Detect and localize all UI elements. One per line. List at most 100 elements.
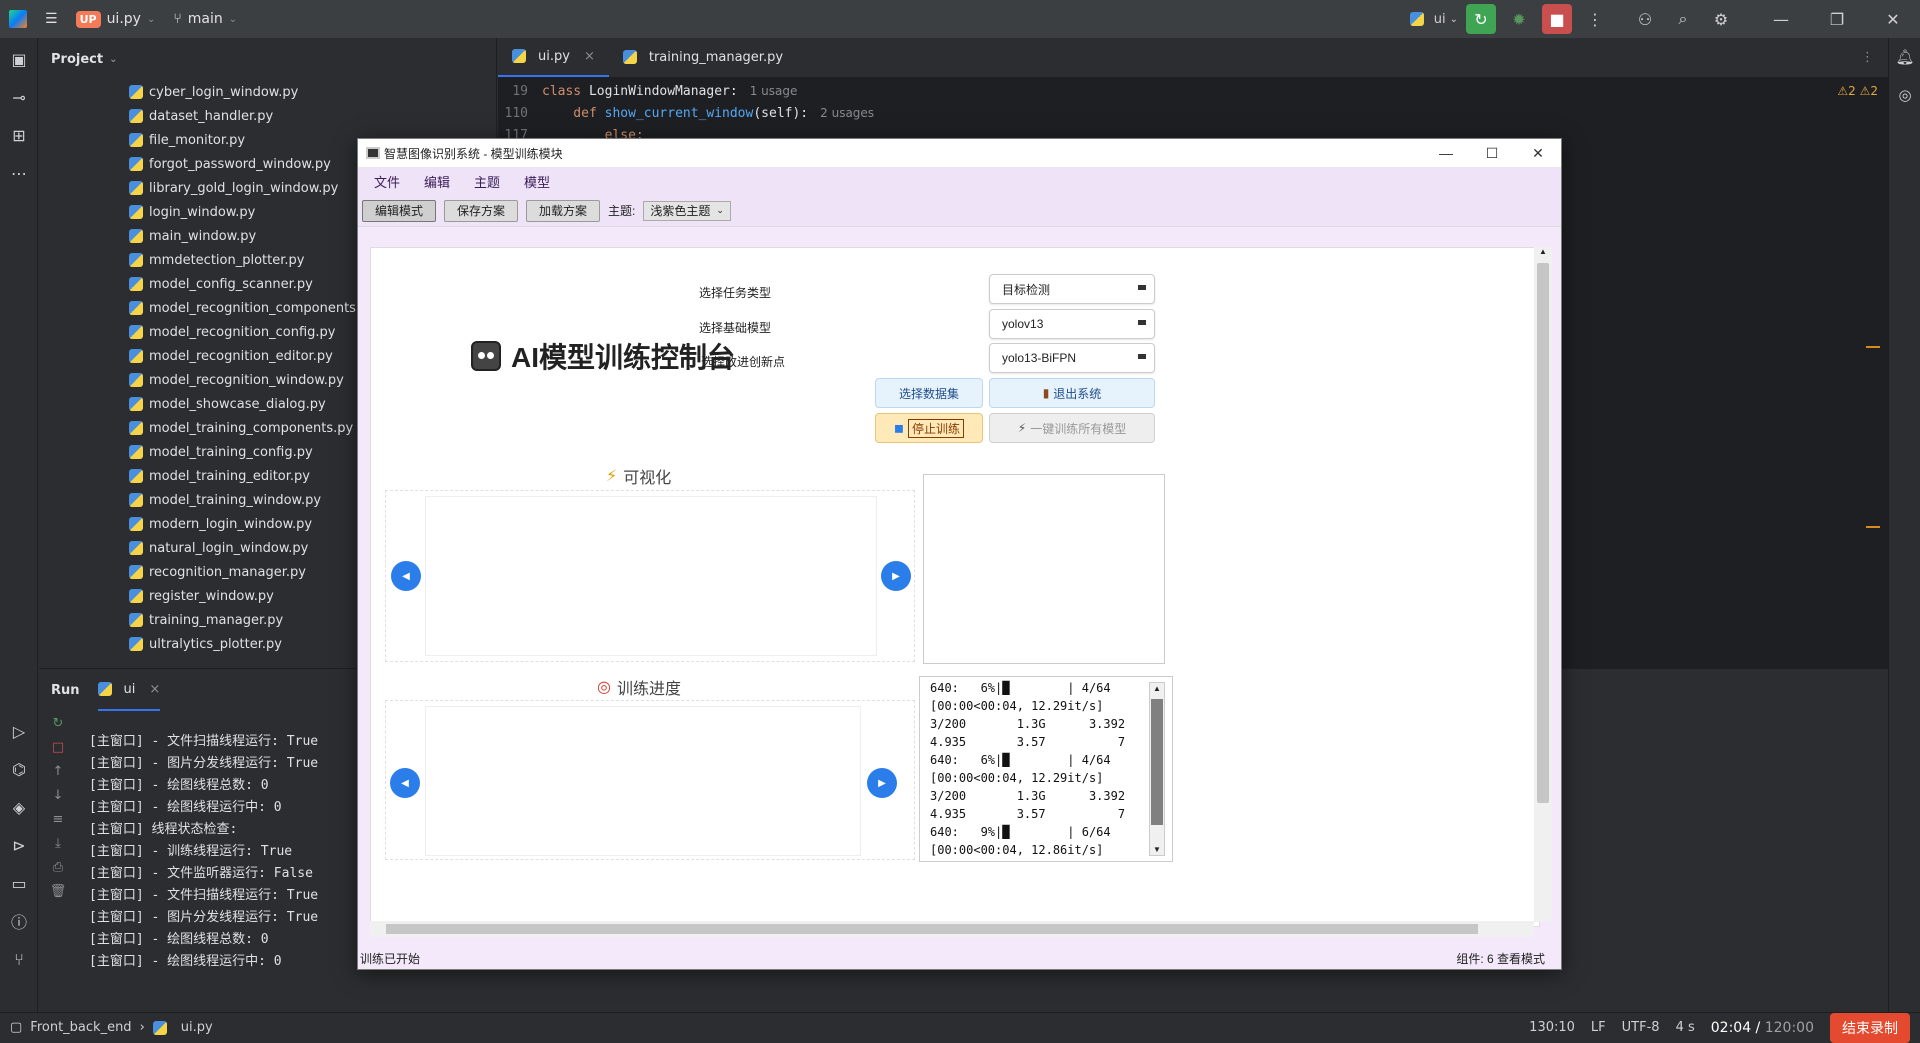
end-recording-button[interactable]: 结束录制 [1830,1012,1910,1043]
problems-icon[interactable]: ⓘ [0,902,38,940]
python-console-icon[interactable]: ⌬ [0,750,38,788]
tab-ui-py[interactable]: ui.py × [498,37,609,77]
clear-trash-icon[interactable]: 🗑︎ [39,879,77,903]
select-dataset-button[interactable]: 选择数据集 [875,378,983,408]
log-scroll-thumb[interactable] [1151,699,1163,825]
console-line: [主窗口] - 文件扫描线程运行: True [89,734,319,749]
rerun-icon[interactable]: ↻ [39,711,77,735]
more-options-icon[interactable]: ⋮ [1580,4,1610,34]
vscroll-thumb[interactable] [1537,263,1549,803]
close-icon[interactable]: ✕ [1878,4,1908,34]
main-menu-button[interactable]: ☰ [45,11,58,27]
menu-file[interactable]: 文件 [362,172,412,191]
usage-hint[interactable]: 2 usages [820,106,874,120]
debug-icon[interactable]: ✹ [1504,4,1534,34]
scroll-up-icon[interactable]: ↑ [39,759,77,783]
project-folder-icon[interactable]: ▣ [0,40,38,78]
tabs-more-icon[interactable]: ⋮ [1847,37,1888,77]
line-ending[interactable]: LF [1591,1020,1606,1035]
save-plan-button[interactable]: 保存方案 [444,199,519,222]
maximize-icon[interactable]: ☐ [1469,139,1515,167]
inspection-widget[interactable]: ⚠2 ⚠2 [1837,84,1878,98]
theme-select[interactable]: 浅紫色主题 ⌄ [643,200,731,221]
soft-wrap-icon[interactable]: ≡ [39,807,77,831]
close-tab-icon[interactable]: × [584,49,595,64]
hscroll-thumb[interactable] [386,924,1478,934]
commit-icon[interactable]: ⊸ [0,78,38,116]
workspace-canvas: AI模型训练控制台 选择任务类型 目标检测 选择基础模型 yolov13 选择改… [370,247,1540,927]
scroll-down-icon[interactable]: ↓ [39,783,77,807]
usage-hint[interactable]: 1 usage [750,84,798,98]
add-user-icon[interactable]: ⚇ [1630,4,1660,34]
ai-assistant-icon[interactable]: ◎ [1889,76,1920,114]
search-icon[interactable]: ⌕ [1668,4,1698,34]
project-selector[interactable]: UP ui.py ⌄ [75,10,155,28]
file-tree-item[interactable]: cyber_login_window.py [39,80,496,104]
preview-image-box [923,474,1165,664]
code-line[interactable]: 19 class LoginWindowManager:1 usage [498,80,1888,102]
layers-icon[interactable]: ◈ [0,788,38,826]
task-type-select[interactable]: 目标检测 [989,274,1155,304]
file-tree-item[interactable]: dataset_handler.py [39,104,496,128]
prev-image-button[interactable]: ◀ [391,561,421,591]
edit-mode-button[interactable]: 编辑模式 [362,199,437,222]
services-icon[interactable]: ⊳ [0,826,38,864]
close-icon[interactable]: ✕ [1515,139,1561,167]
branch-selector[interactable]: ⑂ main ⌄ [173,11,237,27]
run-config-selector[interactable]: ui ⌄ [1409,4,1458,34]
indent-setting[interactable]: 4 s [1676,1020,1695,1035]
stop-icon[interactable]: ■ [1542,4,1572,34]
menu-model[interactable]: 模型 [512,172,562,191]
code-line[interactable]: 110 def show_current_window (self): 2 usag… [498,102,1888,124]
cursor-position[interactable]: 130:10 [1529,1020,1575,1035]
scroll-to-end-icon[interactable]: ⤓ [39,831,77,855]
restore-icon[interactable]: ❐ [1822,4,1852,34]
improvement-select[interactable]: yolo13-BiFPN [989,343,1155,373]
more-tools-icon[interactable]: ⋯ [0,154,38,192]
git-icon[interactable]: ⑂ [0,940,38,978]
close-tab-icon[interactable]: × [149,682,160,697]
structure-icon[interactable]: ⊞ [0,116,38,154]
run-tool-icon[interactable]: ▷ [0,712,38,750]
python-file-icon [129,325,143,339]
menu-theme[interactable]: 主题 [462,172,512,191]
run-toolbar: ↻ □ ↑ ↓ ≡ ⤓ ⎙ 🗑︎ [39,711,77,1001]
next-image-button[interactable]: ▶ [881,561,911,591]
console-output[interactable]: [主窗口] - 文件扫描线程运行: True [主窗口] - 图片分发线程运行: … [89,731,318,973]
file-name: mmdetection_plotter.py [149,252,305,268]
log-line: [00:00<00:04, 12.86it/s] [930,843,1104,857]
menu-edit[interactable]: 编辑 [412,172,462,191]
print-icon[interactable]: ⎙ [39,855,77,879]
python-file-icon [129,205,143,219]
prev-chart-button[interactable]: ◀ [390,768,420,798]
workspace-vscrollbar[interactable]: ▲ [1534,247,1552,922]
file-encoding[interactable]: UTF-8 [1622,1020,1660,1035]
settings-gear-icon[interactable]: ⚙ [1706,4,1736,34]
python-file-icon [129,469,143,483]
minimize-icon[interactable]: — [1766,4,1796,34]
project-panel-header[interactable]: Project ⌄ [39,38,496,80]
train-all-button[interactable]: ⚡︎ 一键训练所有模型 [989,413,1155,443]
console-line: [主窗口] - 绘图线程运行中: 0 [89,800,282,815]
stop-training-button[interactable]: ◼ 停止训练 [875,413,983,443]
rerun-icon[interactable]: ↻ [1466,4,1496,34]
tab-training-manager[interactable]: training_manager.py [609,37,797,77]
load-plan-button[interactable]: 加载方案 [526,199,601,222]
run-tab-ui[interactable]: ui × [97,670,161,711]
minimize-icon[interactable]: — [1423,139,1469,167]
base-model-select[interactable]: yolov13 [989,309,1155,339]
timer-total: 120:00 [1764,1019,1814,1036]
notifications-bell-icon[interactable]: 🔔︎ [1889,38,1920,76]
python-file-icon [129,229,143,243]
lightning-icon: ⚡︎ [606,468,618,485]
terminal-icon[interactable]: ▭ [0,864,38,902]
exit-system-button[interactable]: ▮ 退出系统 [989,378,1155,408]
workspace-hscrollbar[interactable] [370,921,1534,937]
module-icon: ▢ [10,1020,23,1035]
training-log-output[interactable]: 640: 6%|█ | 4/64 [00:00<00:04, 12.29it/s]… [919,676,1173,862]
stop-run-icon[interactable]: □ [39,735,77,759]
breadcrumb-file[interactable]: ui.py [181,1020,213,1035]
next-chart-button[interactable]: ▶ [867,768,897,798]
breadcrumb-project[interactable]: Front_back_end [30,1020,131,1035]
log-scrollbar[interactable]: ▲ ▼ [1149,682,1165,856]
